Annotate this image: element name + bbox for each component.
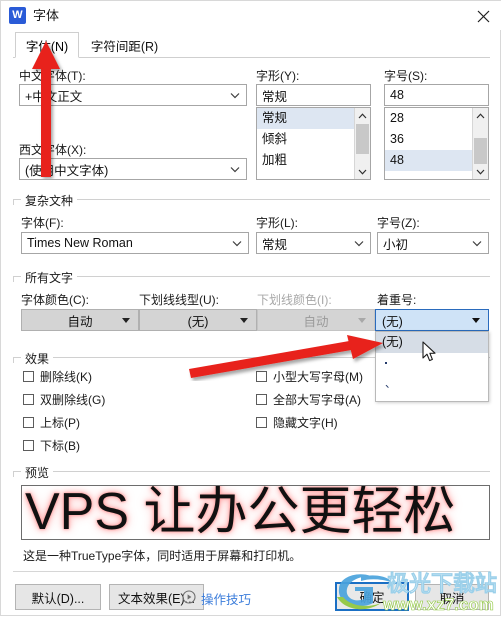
chevron-down-icon [230,85,240,105]
chevron-down-icon [230,159,240,179]
scrollbar-thumb[interactable] [474,138,487,164]
ok-button[interactable]: 确定 [335,582,409,611]
font-dialog: W 字体 字体(N) 字符间距(R) 中文字体(T): +中文正文 西文字体(X… [0,0,501,616]
chevron-down-icon [232,233,242,253]
checkbox-box[interactable] [256,417,267,428]
default-button[interactable]: 默认(D)... [15,584,101,610]
font-color-button[interactable]: 自动 [21,309,139,331]
tab-strip: 字体(N) 字符间距(R) [1,30,501,58]
emphasis-mark-value: (无) [382,314,403,329]
scroll-up-icon[interactable] [473,108,488,123]
complex-script-group-title: 复杂文种 [21,192,78,209]
effects-group-title: 效果 [21,350,54,367]
font-size-label: 字号(S): [384,69,428,83]
preview-group-title: 预览 [21,464,54,481]
font-size-listbox[interactable]: 28 36 48 [384,107,489,180]
tab-character-spacing[interactable]: 字符间距(R) [80,32,169,58]
cs-font-value: Times New Roman [27,236,133,250]
chevron-down-icon [354,233,364,253]
preview-box: VPS 让办公更轻松 [21,485,490,540]
checkbox-subscript[interactable]: 下标(B) [23,437,80,454]
checkbox-label: 上标(P) [40,416,80,430]
word-w-icon: W [9,7,26,24]
tips-link[interactable]: 操作技巧 [182,589,251,608]
play-circle-icon [182,590,196,607]
emphasis-option-dot[interactable] [376,353,488,374]
font-color-value: 自动 [67,314,93,329]
tips-link-label: 操作技巧 [201,593,252,607]
cs-font-combo[interactable]: Times New Roman [21,232,249,254]
all-text-group-title: 所有文字 [21,269,78,286]
underline-color-button: 自动 [257,309,375,331]
checkbox-box[interactable] [23,417,34,428]
font-style-value: 常规 [262,89,288,104]
checkbox-box[interactable] [256,394,267,405]
font-color-label: 字体颜色(C): [21,293,89,307]
emphasis-mark-combo[interactable]: (无) [375,309,489,331]
checkbox-strikethrough[interactable]: 删除线(K) [23,368,92,385]
underline-color-label: 下划线颜色(I): [257,293,332,307]
underline-style-label: 下划线线型(U): [139,293,219,307]
checkbox-superscript[interactable]: 上标(P) [23,414,80,431]
triangle-down-icon [472,318,480,323]
checkbox-box[interactable] [23,440,34,451]
checkbox-label: 下标(B) [40,439,80,453]
preview-sample-text: VPS 让办公更轻松 [25,485,456,540]
emphasis-mark-dropdown[interactable]: (无) 、 [375,331,489,402]
checkbox-double-strikethrough[interactable]: 双删除线(G) [23,391,105,408]
font-size-scrollbar[interactable] [472,108,488,179]
checkbox-hidden-text[interactable]: 隐藏文字(H) [256,414,338,431]
font-style-scrollbar[interactable] [354,108,370,179]
checkbox-box[interactable] [256,371,267,382]
cs-style-label: 字形(L): [256,216,299,230]
latin-font-value: (使用中文字体) [25,163,109,178]
underline-style-value: (无) [187,314,209,329]
title-bar: W 字体 [1,1,501,30]
cs-size-combo[interactable]: 小初 [377,232,489,254]
chevron-down-icon [472,233,482,253]
chinese-font-label: 中文字体(T): [19,69,86,83]
font-style-label: 字形(Y): [256,69,300,83]
checkbox-label: 删除线(K) [40,370,92,384]
scroll-down-icon[interactable] [355,164,370,179]
scroll-down-icon[interactable] [473,164,488,179]
cs-size-value: 小初 [383,237,409,252]
cs-size-label: 字号(Z): [377,216,420,230]
latin-font-label: 西文字体(X): [19,143,87,157]
triangle-down-icon [358,318,366,323]
emphasis-mark-label: 着重号: [377,293,417,307]
checkbox-label: 小型大写字母(M) [273,370,363,384]
emphasis-option-comma[interactable]: 、 [376,374,488,395]
emphasis-option-none[interactable]: (无) [376,332,488,353]
cs-style-value: 常规 [262,237,288,252]
scrollbar-thumb[interactable] [356,124,369,154]
checkbox-box[interactable] [23,394,34,405]
checkbox-label: 双删除线(G) [40,393,106,407]
font-size-input[interactable]: 48 [384,84,489,106]
checkbox-label: 全部大写字母(A) [273,393,361,407]
footer-divider [13,571,490,572]
latin-font-combo[interactable]: (使用中文字体) [19,158,247,180]
triangle-down-icon [240,318,248,323]
checkbox-label: 隐藏文字(H) [273,416,338,430]
cs-style-combo[interactable]: 常规 [256,232,371,254]
scroll-up-icon[interactable] [355,108,370,123]
cancel-button[interactable]: 取消 [415,584,489,610]
close-icon[interactable] [470,5,496,27]
cs-font-label: 字体(F): [21,216,64,230]
tab-font[interactable]: 字体(N) [15,32,79,58]
page-title: 字体 [33,8,60,23]
chinese-font-value: +中文正文 [25,89,83,104]
underline-style-button[interactable]: (无) [139,309,257,331]
checkbox-all-caps[interactable]: 全部大写字母(A) [256,391,361,408]
preview-note: 这是一种TrueType字体，同时适用于屏幕和打印机。 [23,549,302,563]
font-size-value: 48 [390,88,404,102]
underline-color-value: 自动 [303,314,329,329]
checkbox-small-caps[interactable]: 小型大写字母(M) [256,368,363,385]
checkbox-box[interactable] [23,371,34,382]
triangle-down-icon [122,318,130,323]
chinese-font-combo[interactable]: +中文正文 [19,84,247,106]
font-style-input[interactable]: 常规 [256,84,371,106]
font-style-listbox[interactable]: 常规 倾斜 加粗 [256,107,371,180]
